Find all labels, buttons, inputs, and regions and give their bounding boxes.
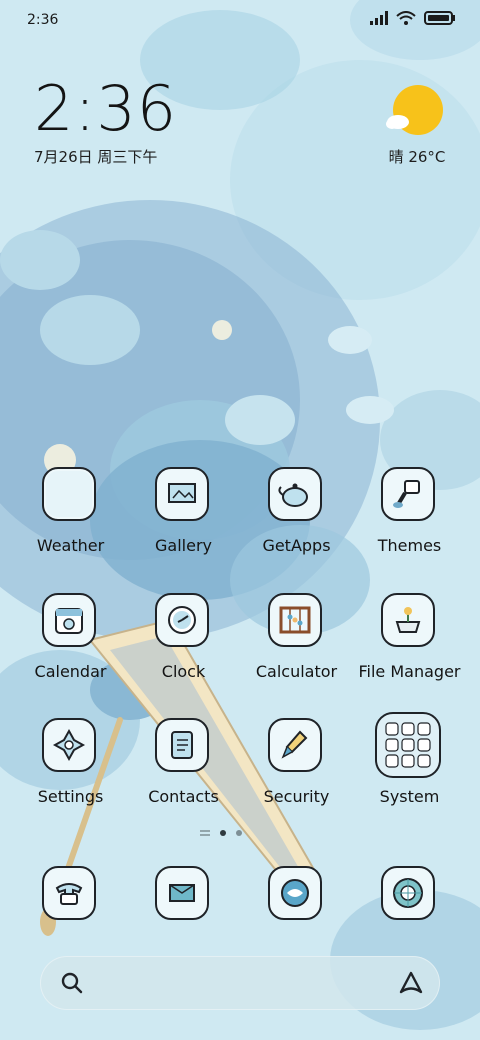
- app-clock[interactable]: Clock: [127, 593, 240, 701]
- clock-date: 7月26日 周三下午: [34, 148, 158, 166]
- app-settings[interactable]: Settings: [14, 718, 127, 826]
- fish-browser-icon: [268, 866, 322, 920]
- paint-brush-icon: [381, 467, 435, 521]
- weather-widget[interactable]: 晴 26°C: [386, 84, 446, 166]
- clock-icon: [155, 593, 209, 647]
- app-gallery[interactable]: Gallery: [127, 467, 240, 575]
- signal-icon: [370, 11, 388, 25]
- flower-pot-icon: [381, 593, 435, 647]
- page-indicator[interactable]: [200, 830, 242, 836]
- clock-widget[interactable]: 2:36 7月26日 周三下午: [34, 76, 177, 167]
- contacts-book-icon: [155, 718, 209, 772]
- clock-time: 2:36: [34, 72, 178, 145]
- settings-flower-icon: [42, 718, 96, 772]
- gallery-scroll-icon: [155, 467, 209, 521]
- phone-icon: [42, 866, 96, 920]
- status-time: 2:36: [27, 12, 59, 28]
- app-calculator[interactable]: Calculator: [240, 593, 353, 701]
- app-themes[interactable]: Themes: [353, 467, 466, 575]
- calendar-icon: [42, 593, 96, 647]
- app-label: Themes: [377, 536, 442, 555]
- app-security[interactable]: Security: [240, 718, 353, 826]
- sun-behind-cloud-icon: [386, 85, 443, 135]
- teapot-icon: [268, 467, 322, 521]
- search-bar[interactable]: [40, 956, 440, 1010]
- app-system-folder[interactable]: System: [353, 712, 466, 826]
- status-icons: [370, 11, 456, 25]
- system-folder-icon: [375, 712, 441, 778]
- app-getapps[interactable]: GetApps: [240, 467, 353, 575]
- app-calendar[interactable]: Calendar: [14, 593, 127, 701]
- lotus-leaf-camera-icon: [381, 866, 435, 920]
- wifi-icon: [396, 11, 416, 25]
- page-dot: [236, 830, 242, 836]
- battery-icon: [424, 11, 455, 25]
- messages-icon: [155, 866, 209, 920]
- page-dot-current: [220, 830, 226, 836]
- assistant-icon[interactable]: [398, 970, 424, 996]
- abacus-icon: [268, 593, 322, 647]
- status-bar: 2:36: [0, 0, 480, 42]
- app-weather[interactable]: Weather: [14, 467, 127, 575]
- weather-icon: [42, 467, 96, 521]
- security-brush-icon: [268, 718, 322, 772]
- app-file-manager[interactable]: File Manager: [353, 593, 466, 701]
- app-label: File Manager: [358, 662, 461, 681]
- weather-text: 晴 26°C: [388, 148, 446, 166]
- app-label: System: [379, 787, 440, 806]
- search-icon: [61, 972, 83, 994]
- app-contacts[interactable]: Contacts: [127, 718, 240, 826]
- menu-lines-icon: [200, 830, 210, 836]
